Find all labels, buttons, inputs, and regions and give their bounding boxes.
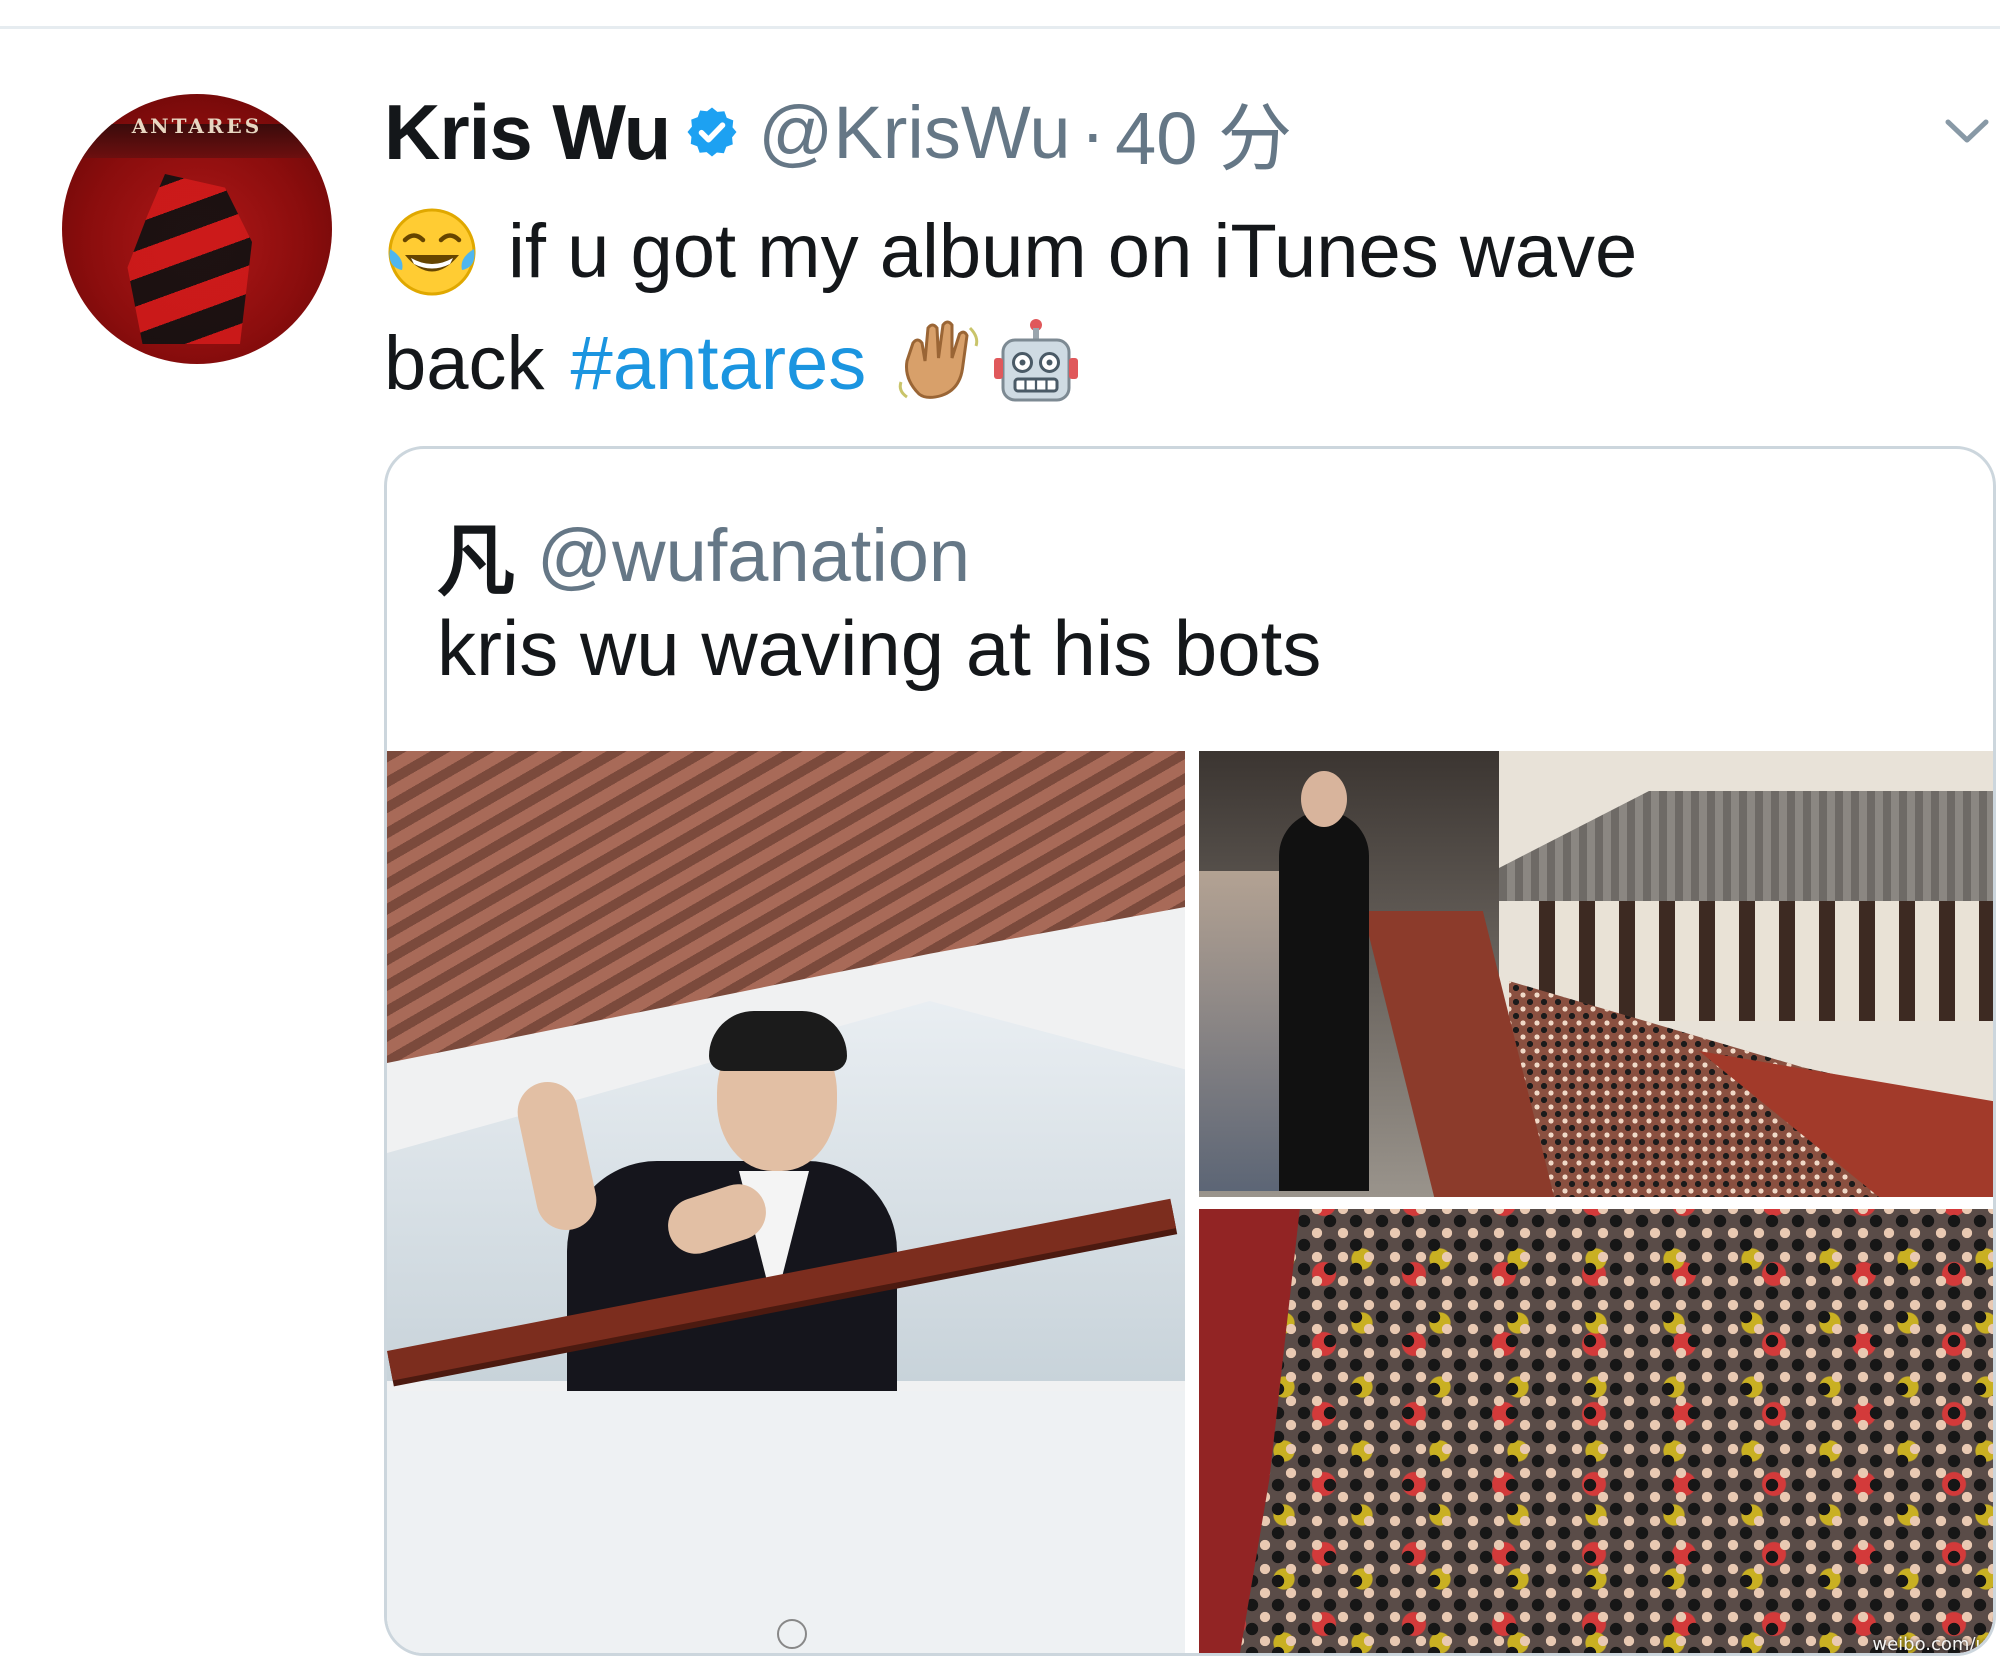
avatar[interactable]: ANTARES xyxy=(62,94,332,364)
tweet-text-back: back xyxy=(384,321,545,406)
tweet-text: if u got my album on iTunes wave back #a… xyxy=(384,196,1944,420)
photo-dense-crowd xyxy=(1239,1209,1993,1653)
quoted-tweet-header: 凡 @wufanation xyxy=(437,499,970,611)
quoted-author-handle[interactable]: @wufanation xyxy=(537,513,970,598)
avatar-album-logo: ANTARES xyxy=(131,114,263,138)
tweet-header: Kris Wu @KrisWu · 40 分 xyxy=(384,88,1292,180)
verified-badge-icon xyxy=(687,107,737,157)
photo-person xyxy=(512,1011,917,1431)
weibo-watermark: weibo.com/u/ xyxy=(1872,1634,1993,1655)
waving-hand-emoji xyxy=(899,320,979,399)
photo-crowd-top-view[interactable]: weibo.com/u/ xyxy=(1199,1209,1993,1655)
quoted-tweet-card[interactable]: 凡 @wufanation kris wu waving at his bots xyxy=(384,446,1996,1656)
quoted-author-name[interactable]: 凡 xyxy=(437,499,515,611)
author-display-name[interactable]: Kris Wu xyxy=(384,87,671,178)
robot-emoji xyxy=(994,319,1079,402)
photo-watermark-icon xyxy=(777,1619,807,1649)
photo-man-in-suit xyxy=(1279,771,1369,1191)
quoted-tweet-text: kris wu waving at his bots xyxy=(437,604,1322,692)
quoted-media-grid: weibo.com/u/ xyxy=(387,751,1993,1655)
photo-glass-railing xyxy=(387,1391,1185,1653)
tweet-timestamp[interactable]: 40 分 xyxy=(1115,79,1292,186)
photo-man-waving-on-balcony[interactable] xyxy=(387,751,1185,1653)
top-divider xyxy=(0,0,2000,29)
hashtag-link[interactable]: #antares xyxy=(571,308,867,420)
photo-man-on-balcony-above-crowd[interactable] xyxy=(1199,751,1993,1197)
tweet-text-line-1: if u got my album on iTunes wave xyxy=(384,196,1944,308)
chevron-down-icon[interactable] xyxy=(1942,112,1992,152)
avatar-figure xyxy=(127,174,252,344)
header-separator: · xyxy=(1080,90,1106,174)
tweet-text-line-1-content: if u got my album on iTunes wave xyxy=(508,209,1638,294)
tweet-text-line-2: back #antares xyxy=(384,308,1944,420)
face-with-tears-of-joy-emoji xyxy=(388,208,476,296)
author-handle[interactable]: @KrisWu xyxy=(758,90,1070,175)
